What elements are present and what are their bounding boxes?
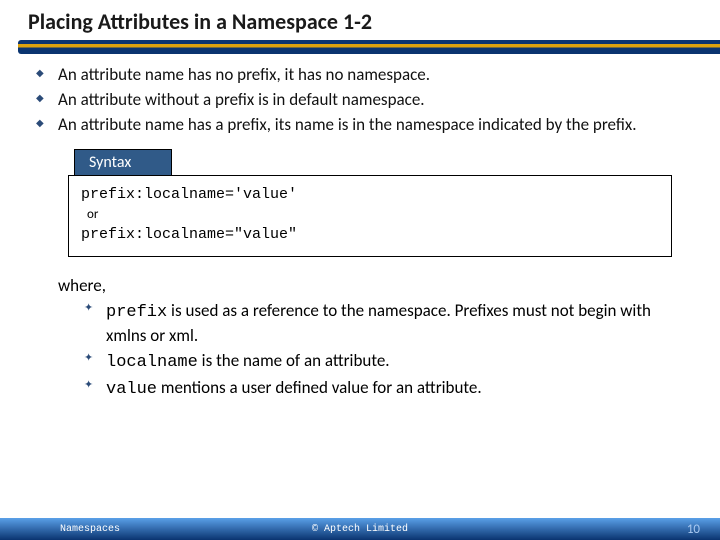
slide-content: An attribute name has no prefix, it has …: [28, 64, 692, 404]
where-text: is used as a reference to the namespace.…: [106, 300, 651, 346]
where-code: value: [106, 380, 157, 399]
where-item: prefix is used as a reference to the nam…: [84, 300, 692, 348]
syntax-or: or: [81, 206, 659, 225]
main-bullet-list: An attribute name has no prefix, it has …: [28, 64, 692, 137]
where-block: where, prefix is used as a reference to …: [58, 275, 692, 402]
bullet-item: An attribute name has no prefix, it has …: [28, 64, 692, 87]
slide-footer: Namespaces © Aptech Limited 10: [0, 518, 720, 540]
where-text: mentions a user defined value for an att…: [157, 377, 482, 398]
where-code: localname: [106, 353, 198, 372]
syntax-label: Syntax: [74, 149, 172, 175]
where-list: prefix is used as a reference to the nam…: [58, 300, 692, 402]
slide-header: Placing Attributes in a Namespace 1-2: [0, 0, 720, 56]
bullet-item: An attribute name has a prefix, its name…: [28, 114, 692, 137]
syntax-line: prefix:localname="value": [81, 224, 659, 246]
syntax-block: Syntax prefix:localname='value' or prefi…: [68, 149, 672, 257]
syntax-line: prefix:localname='value': [81, 184, 659, 206]
where-label: where,: [58, 275, 692, 298]
syntax-box: prefix:localname='value' or prefix:local…: [68, 175, 672, 257]
where-text: is the name of an attribute.: [198, 350, 390, 371]
footer-left: Namespaces: [60, 524, 120, 535]
page-number: 10: [687, 522, 700, 537]
where-code: prefix: [106, 303, 167, 322]
slide-title: Placing Attributes in a Namespace 1-2: [28, 8, 372, 35]
header-divider: [18, 40, 720, 54]
bullet-item: An attribute without a prefix is in defa…: [28, 89, 692, 112]
where-item: localname is the name of an attribute.: [84, 350, 692, 375]
where-item: value mentions a user defined value for …: [84, 377, 692, 402]
